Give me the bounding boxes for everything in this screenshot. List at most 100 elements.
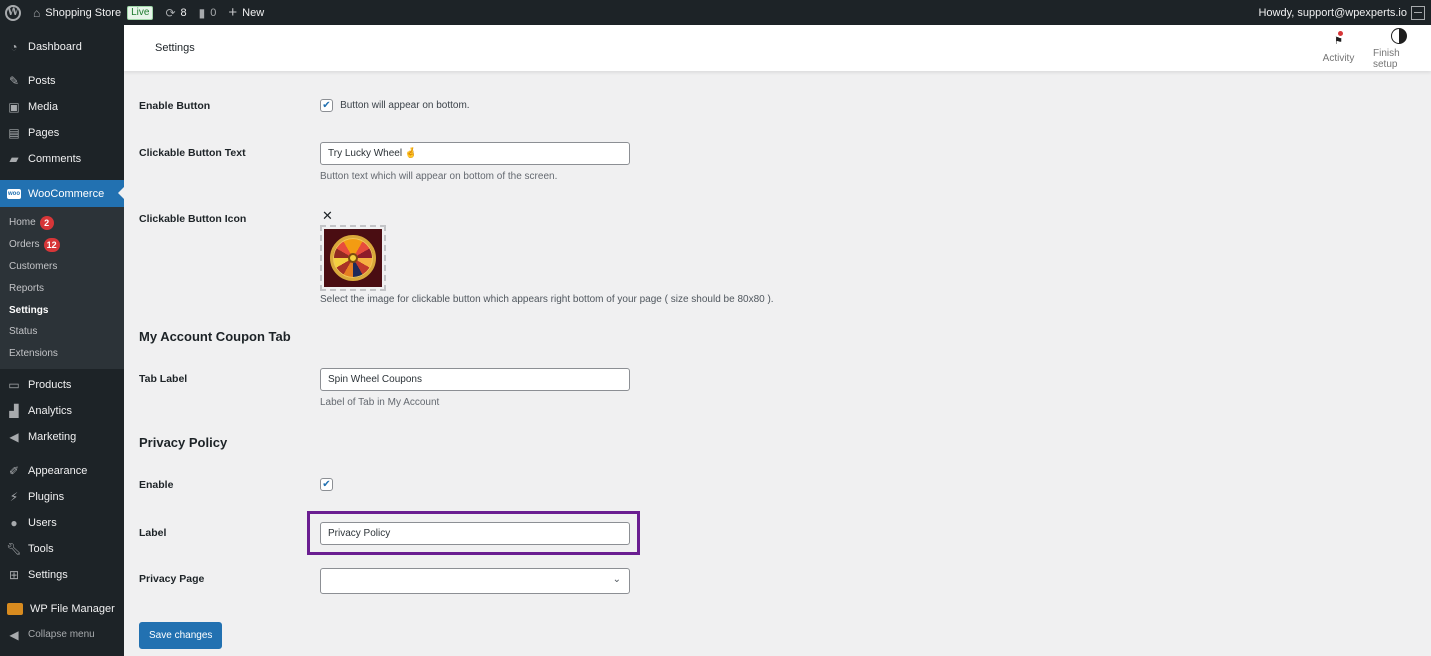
plugin-icon: ⚡ <box>9 489 19 504</box>
menu-media[interactable]: ▣ Media <box>0 94 124 120</box>
button-icon-field: ✕ Select the image for clickable button … <box>320 209 774 305</box>
analytics-icon: ▟ <box>9 403 19 418</box>
tab-label-field: Spin Wheel Coupons Label of Tab in My Ac… <box>320 368 630 408</box>
privacy-enable-checkbox[interactable]: ✔ <box>320 478 333 491</box>
menu-pages[interactable]: ▤ Pages <box>0 120 124 146</box>
privacy-label-input[interactable]: Privacy Policy <box>320 522 630 545</box>
megaphone-icon: ◀ <box>9 429 19 444</box>
submenu-label: Reports <box>9 282 45 294</box>
enable-button-checkbox[interactable]: ✔ <box>320 99 333 112</box>
submenu-orders[interactable]: Orders 12 <box>0 234 124 256</box>
submenu-status[interactable]: Status <box>0 321 124 343</box>
submenu-reports[interactable]: Reports <box>0 277 124 299</box>
menu-posts[interactable]: ✎ Posts <box>0 68 124 94</box>
wheel-icon <box>330 235 376 281</box>
button-text-description: Button text which will appear on bottom … <box>320 171 558 182</box>
live-badge: Live <box>127 5 154 20</box>
submenu-label: Extensions <box>9 348 58 360</box>
menu-products[interactable]: ▭ Products <box>0 372 124 398</box>
submenu-label: Customers <box>9 260 58 272</box>
menu-users[interactable]: ● Users <box>0 510 124 536</box>
tab-label-description: Label of Tab in My Account <box>320 397 440 408</box>
submenu-customers[interactable]: Customers <box>0 256 124 278</box>
menu-appearance[interactable]: ✐ Appearance <box>0 458 124 484</box>
button-icon-preview[interactable] <box>320 225 386 291</box>
submenu-home[interactable]: Home 2 <box>0 212 124 234</box>
plus-icon: + <box>228 4 238 21</box>
page-title: Settings <box>155 42 195 54</box>
menu-label: Comments <box>28 153 82 165</box>
avatar <box>1411 5 1425 20</box>
comment-icon: ▰ <box>9 152 19 166</box>
menu-analytics[interactable]: ▟ Analytics <box>0 398 124 424</box>
settings-sliders-icon: ⊞ <box>8 567 20 582</box>
pages-icon: ▤ <box>8 126 20 140</box>
finish-setup-button[interactable]: Finish setup <box>1367 25 1431 71</box>
tab-label-label: Tab Label <box>139 373 188 385</box>
my-account-link[interactable]: Howdy, support@wpexperts.io <box>1252 0 1427 25</box>
privacy-label-field: Privacy Policy <box>320 522 630 545</box>
new-content-link[interactable]: + New <box>222 0 270 25</box>
menu-label: Users <box>28 516 57 529</box>
products-icon: ▭ <box>8 377 20 392</box>
finish-setup-label: Finish setup <box>1373 47 1400 70</box>
tab-label-input[interactable]: Spin Wheel Coupons <box>320 368 630 391</box>
privacy-label-label: Label <box>139 527 167 539</box>
dashboard-icon: ◔ <box>10 40 18 54</box>
menu-plugins[interactable]: ⚡ Plugins <box>0 484 124 510</box>
menu-label: Analytics <box>28 404 73 417</box>
submenu-label: Status <box>9 326 38 338</box>
new-label: New <box>242 6 265 19</box>
button-text-label: Clickable Button Text <box>139 147 246 159</box>
progress-circle-icon <box>1390 27 1408 45</box>
submenu-extensions[interactable]: Extensions <box>0 343 124 365</box>
home-icon: ⌂ <box>33 5 41 20</box>
menu-woocommerce[interactable]: woo WooCommerce <box>0 180 124 207</box>
enable-button-label: Enable Button <box>139 100 211 112</box>
site-name-link[interactable]: ⌂ Shopping Store Live <box>27 0 159 25</box>
enable-button-checkbox-label: Button will appear on bottom. <box>340 100 470 111</box>
wordpress-logo-icon: W <box>5 4 21 21</box>
privacy-page-select[interactable]: ⌄ <box>320 568 630 594</box>
privacy-page-label: Privacy Page <box>139 573 205 585</box>
menu-label: Pages <box>28 127 60 139</box>
chevron-down-icon: ⌄ <box>612 574 621 585</box>
save-changes-button[interactable]: Save changes <box>139 622 223 649</box>
updates-count: 8 <box>180 6 187 19</box>
woo-icon: woo <box>7 188 21 199</box>
menu-comments[interactable]: ▰ Comments <box>0 146 124 172</box>
menu-label: Settings <box>28 568 68 581</box>
updates-link[interactable]: ⟳ 8 <box>159 0 192 25</box>
button-icon-description: Select the image for clickable button wh… <box>320 294 774 305</box>
privacy-page-field: ⌄ <box>320 568 630 594</box>
privacy-enable-label: Enable <box>139 479 174 491</box>
collapse-icon: ◀ <box>9 627 19 642</box>
button-icon-label: Clickable Button Icon <box>139 213 247 225</box>
page-header: Settings ⚑ Activity Finish setup <box>124 25 1431 71</box>
orders-count-badge: 12 <box>43 237 60 252</box>
button-text-field: Try Lucky Wheel 🤞 Button text which will… <box>320 142 630 182</box>
activity-button[interactable]: ⚑ Activity <box>1310 25 1367 71</box>
coupon-tab-section-title: My Account Coupon Tab <box>139 329 291 344</box>
flag-icon: ⚑ <box>1330 31 1348 50</box>
submenu-settings[interactable]: Settings <box>0 299 124 321</box>
site-name: Shopping Store <box>45 6 122 19</box>
wp-logo-menu[interactable]: W <box>0 0 27 25</box>
button-text-input[interactable]: Try Lucky Wheel 🤞 <box>320 142 630 165</box>
collapse-menu-button[interactable]: ◀ Collapse menu <box>0 622 124 648</box>
menu-marketing[interactable]: ◀ Marketing <box>0 424 124 450</box>
greeting: Howdy, support@wpexperts.io <box>1258 6 1407 19</box>
menu-wp-file-manager[interactable]: WP File Manager <box>0 596 124 622</box>
comments-link[interactable]: ▮ 0 <box>193 0 223 25</box>
menu-dashboard[interactable]: ◔ Dashboard <box>0 34 124 60</box>
menu-tools[interactable]: 🔧︎ Tools <box>0 536 124 562</box>
admin-bar: W ⌂ Shopping Store Live ⟳ 8 ▮ 0 + New Ho… <box>0 0 1431 25</box>
menu-label: Media <box>28 101 58 113</box>
enable-button-field: ✔ Button will appear on bottom. <box>320 99 470 112</box>
submenu-label: Settings <box>9 304 49 316</box>
brush-icon: ✐ <box>8 463 20 478</box>
remove-image-icon[interactable]: ✕ <box>322 209 774 223</box>
menu-settings[interactable]: ⊞ Settings <box>0 562 124 588</box>
submenu-label: Home <box>9 217 36 229</box>
admin-sidebar: ◔ Dashboard ✎ Posts ▣ Media ▤ Pages ▰ Co… <box>0 25 124 656</box>
